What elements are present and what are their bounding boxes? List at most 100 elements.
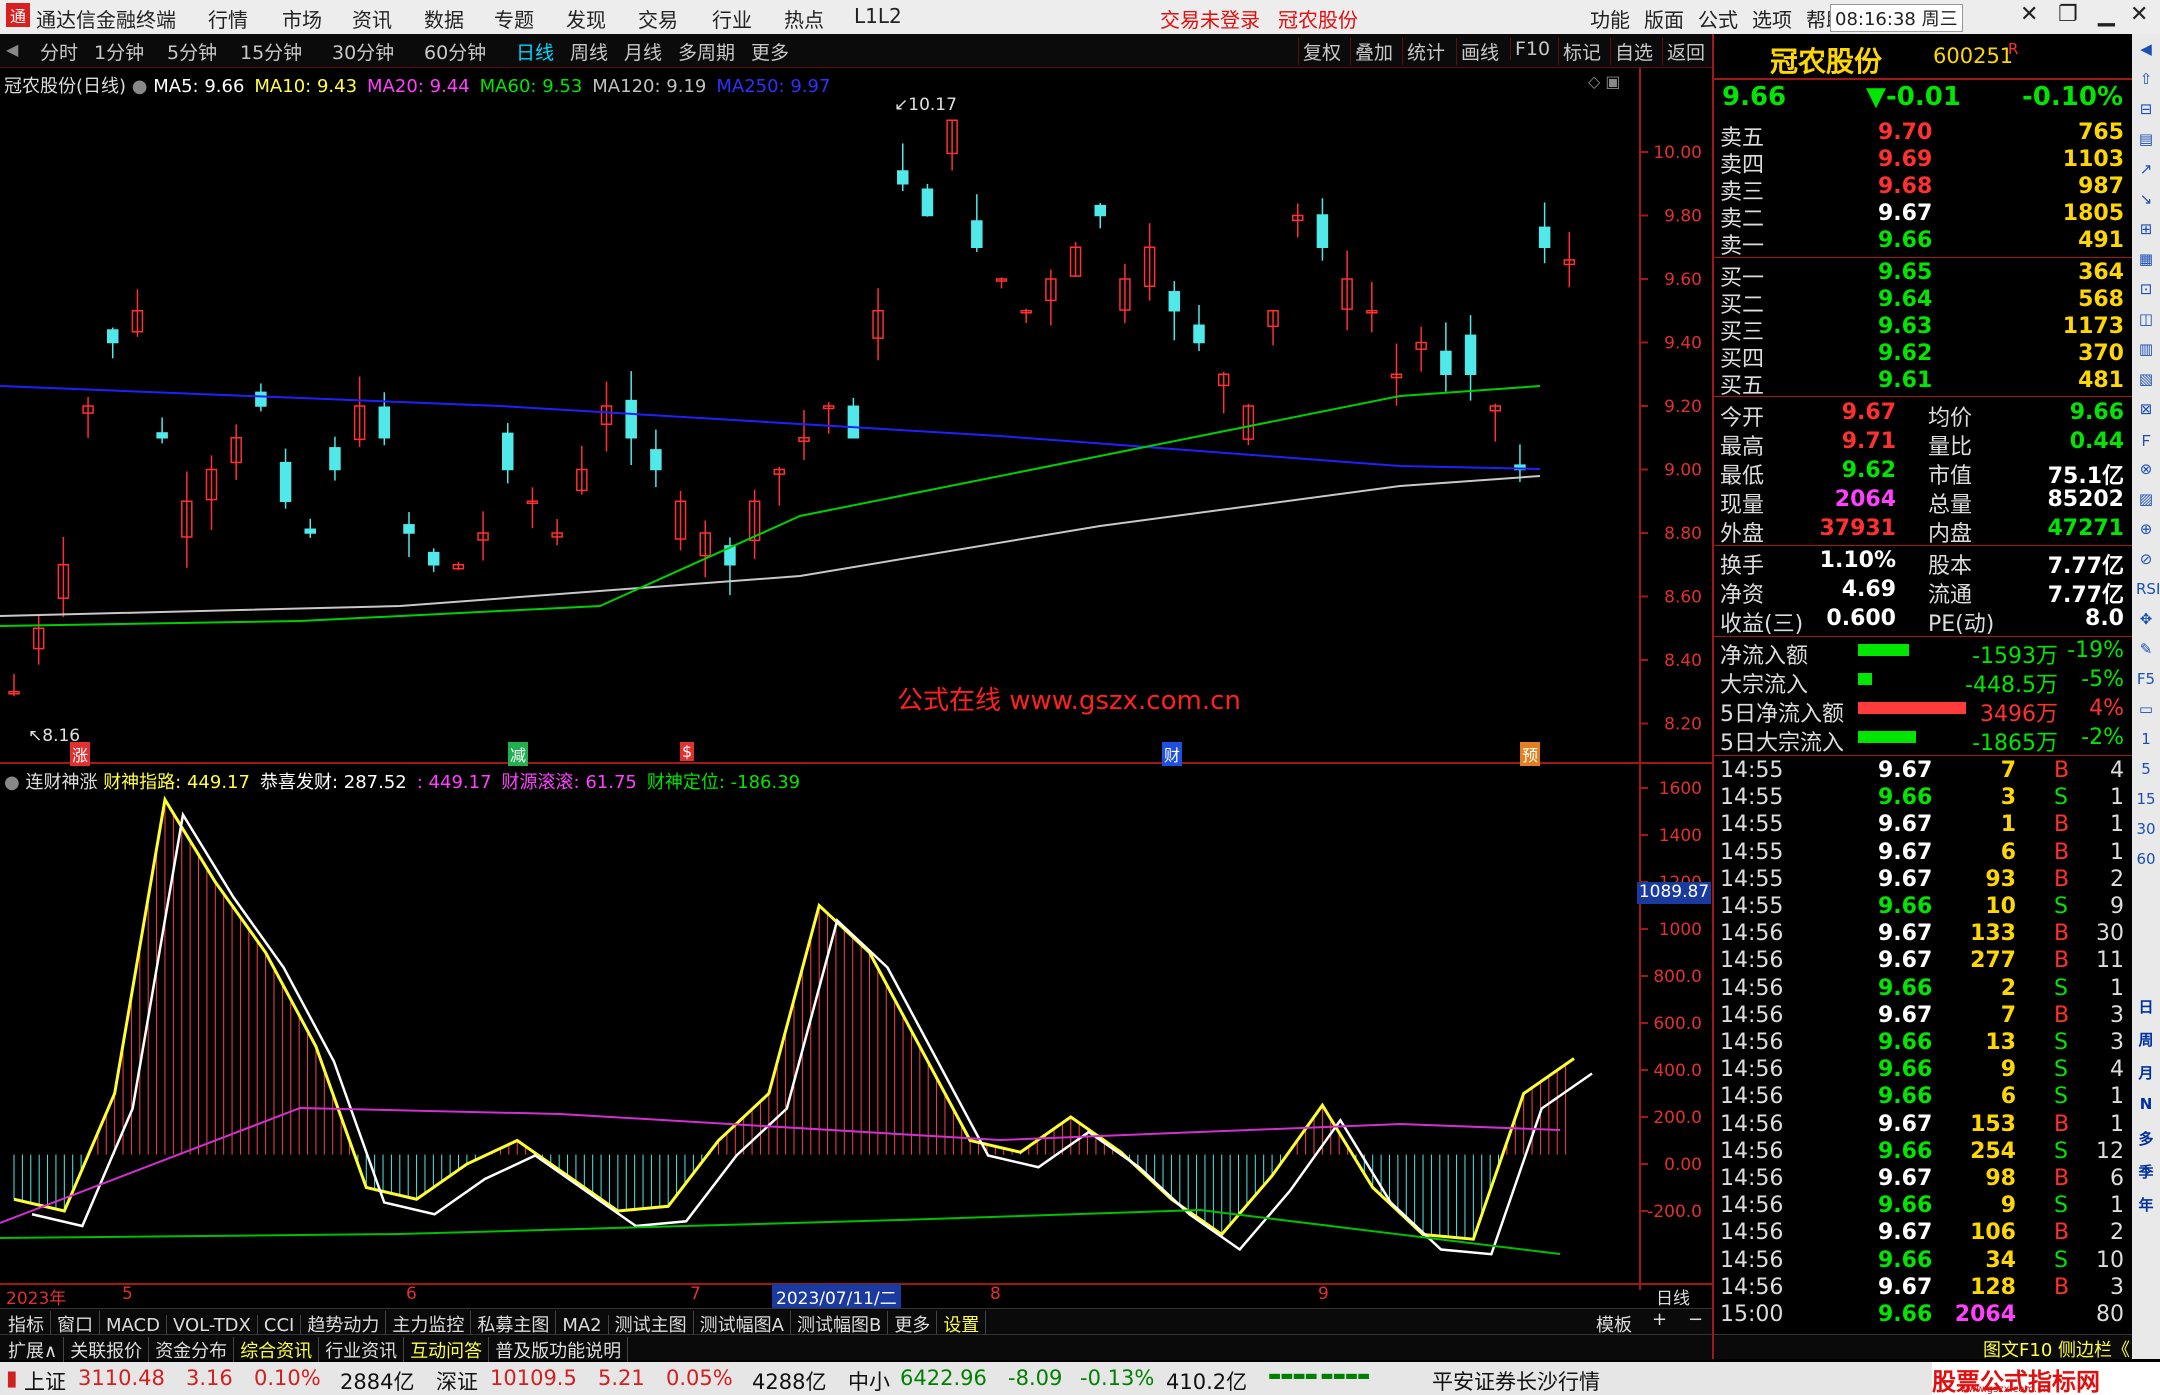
side-tool-icon-19[interactable]: ✥ (2136, 610, 2156, 632)
side-period-4[interactable]: 多 (2136, 1128, 2156, 1150)
info-tab-4[interactable]: 行业资讯 (319, 1337, 405, 1363)
toolbar-btn-4[interactable]: F10 (1510, 38, 1550, 60)
indicator-tab-3[interactable]: VOL-TDX (167, 1315, 258, 1336)
period-tab-4[interactable]: 30分钟 (332, 38, 394, 65)
side-tool-icon-12[interactable]: ⊠ (2136, 400, 2156, 422)
event-marker-4[interactable]: 预 (1520, 742, 1541, 766)
period-tab-0[interactable]: 分时 (40, 38, 78, 65)
restore-icon[interactable]: ❐ (2058, 2, 2078, 27)
side-tool-icon-0[interactable]: ◀ (2136, 40, 2156, 62)
side-period-2[interactable]: 月 (2136, 1062, 2156, 1084)
side-tool-icon-18[interactable]: RSI (2136, 580, 2160, 602)
indicator-tab-4[interactable]: CCI (258, 1315, 302, 1336)
menu-1[interactable]: 市场 (282, 4, 322, 33)
info-tab-3[interactable]: 综合资讯 (234, 1337, 320, 1363)
side-tool-icon-13[interactable]: Ｆ (2136, 430, 2156, 452)
right-menu-2[interactable]: 公式 (1698, 4, 1738, 33)
sz-label[interactable]: 深证 (436, 1366, 478, 1395)
period-tab-2[interactable]: 5分钟 (167, 38, 217, 65)
kline-chart-area[interactable]: 10.00 9.80 9.60 9.40 9.20 9.00 8.80 8.60 8.40 8.2… (0, 68, 1712, 1290)
info-tab-1[interactable]: 关联报价 (64, 1337, 150, 1363)
period-tab-8[interactable]: 月线 (624, 38, 662, 65)
side-tool-icon-5[interactable]: ↘ (2136, 190, 2156, 212)
period-tab-1[interactable]: 1分钟 (94, 38, 144, 65)
side-period-1[interactable]: 周 (2136, 1029, 2156, 1051)
toolbar-btn-0[interactable]: 复权 (1298, 38, 1341, 65)
side-tool-icon-21[interactable]: F5 (2136, 670, 2156, 692)
side-tool-icon-1[interactable]: ⇧ (2136, 70, 2156, 92)
zx-label[interactable]: 中小 (848, 1366, 890, 1395)
remove-icon[interactable]: − (1688, 1309, 1703, 1330)
event-marker-2[interactable]: $ (680, 742, 695, 761)
add-icon[interactable]: + (1652, 1309, 1667, 1330)
side-period-3[interactable]: N (2136, 1095, 2156, 1117)
side-tool-icon-26[interactable]: 30 (2136, 820, 2156, 842)
toolbar-collapse-icon[interactable]: ◀ (6, 40, 18, 59)
menu-7[interactable]: 行业 (712, 4, 752, 33)
info-tab-5[interactable]: 互动问答 (404, 1337, 490, 1363)
menu-5[interactable]: 发现 (566, 4, 606, 33)
side-tool-icon-8[interactable]: ⊡ (2136, 280, 2156, 302)
menu-6[interactable]: 交易 (638, 4, 678, 33)
toolbar-btn-7[interactable]: 返回 (1662, 38, 1705, 65)
zx-amount: 410.2亿 (1166, 1370, 1248, 1394)
right-menu-0[interactable]: 功能 (1590, 4, 1630, 33)
window-close-icon[interactable]: ✕ (2130, 2, 2148, 27)
side-tool-icon-23[interactable]: 1 (2136, 730, 2156, 752)
side-tool-icon-15[interactable]: ▨ (2136, 490, 2156, 512)
side-panel-toggle[interactable]: 图文F10 侧边栏《 (1983, 1336, 2130, 1362)
menu-9[interactable]: L1L2 (854, 4, 902, 28)
period-tab-10[interactable]: 更多 (751, 38, 789, 65)
side-period-0[interactable]: 日 (2136, 996, 2156, 1018)
side-tool-icon-22[interactable]: ▭ (2136, 700, 2156, 722)
minimize-icon[interactable]: ▁ (2098, 2, 2115, 27)
menu-2[interactable]: 资讯 (352, 4, 392, 33)
right-menu-3[interactable]: 选项 (1752, 4, 1792, 33)
indicator-tab-2[interactable]: MACD (100, 1315, 167, 1336)
toolbar-btn-6[interactable]: 自选 (1610, 38, 1653, 65)
ind-legend-3: 财源滚滚: 61.75 (501, 772, 637, 793)
side-period-5[interactable]: 季 (2136, 1161, 2156, 1183)
side-tool-icon-2[interactable]: ⊟ (2136, 100, 2156, 122)
period-tab-7[interactable]: 周线 (570, 38, 608, 65)
menu-8[interactable]: 热点 (784, 4, 824, 33)
chart-options-icon[interactable]: ◇ ▣ (1588, 72, 1621, 91)
side-tool-icon-7[interactable]: ▦ (2136, 250, 2156, 272)
side-tool-icon-9[interactable]: ◫ (2136, 310, 2156, 332)
side-tool-icon-24[interactable]: 5 (2136, 760, 2156, 782)
toolbar-btn-5[interactable]: 标记 (1558, 38, 1601, 65)
side-tool-icon-4[interactable]: ↗ (2136, 160, 2156, 182)
info-tab-2[interactable]: 资金分布 (149, 1337, 235, 1363)
period-tab-5[interactable]: 60分钟 (424, 38, 486, 65)
side-tool-icon-14[interactable]: ⊗ (2136, 460, 2156, 482)
event-marker-1[interactable]: 减 (508, 742, 529, 766)
toolbar-btn-3[interactable]: 画线 (1456, 38, 1499, 65)
side-tool-icon-10[interactable]: ▥ (2136, 340, 2156, 362)
event-marker-3[interactable]: 财 (1162, 742, 1183, 766)
toolbar-btn-2[interactable]: 统计 (1402, 38, 1445, 65)
period-tab-6[interactable]: 日线 (516, 38, 554, 65)
period-tab-3[interactable]: 15分钟 (240, 38, 302, 65)
side-tool-icon-6[interactable]: ⊞ (2136, 220, 2156, 242)
menu-4[interactable]: 专题 (494, 4, 534, 33)
side-tool-icon-11[interactable]: ▧ (2136, 370, 2156, 392)
menu-3[interactable]: 数据 (424, 4, 464, 33)
side-tool-icon-20[interactable]: ✎ (2136, 640, 2156, 662)
side-tool-icon-25[interactable]: 15 (2136, 790, 2156, 812)
side-period-6[interactable]: 年 (2136, 1194, 2156, 1216)
toolbar-btn-1[interactable]: 叠加 (1350, 38, 1393, 65)
side-tool-icon-16[interactable]: ⊕ (2136, 520, 2156, 542)
event-marker-0[interactable]: 涨 (70, 742, 91, 766)
info-tab-6[interactable]: 普及版功能说明 (489, 1337, 629, 1363)
side-tool-icon-17[interactable]: ⊘ (2136, 550, 2156, 572)
indicator-tab-8[interactable]: MA2 (556, 1315, 609, 1336)
menu-0[interactable]: 行情 (208, 4, 248, 33)
right-menu-1[interactable]: 版面 (1644, 4, 1684, 33)
info-tab-0[interactable]: 扩展∧ (2, 1337, 65, 1363)
trade-status[interactable]: 交易未登录 (1160, 4, 1260, 33)
period-tab-9[interactable]: 多周期 (678, 38, 735, 65)
close-icon[interactable]: ✕ (2020, 2, 2038, 27)
side-tool-icon-27[interactable]: 60 (2136, 850, 2156, 872)
side-tool-icon-3[interactable]: ▤ (2136, 130, 2156, 152)
sh-label[interactable]: 上证 (24, 1366, 66, 1395)
